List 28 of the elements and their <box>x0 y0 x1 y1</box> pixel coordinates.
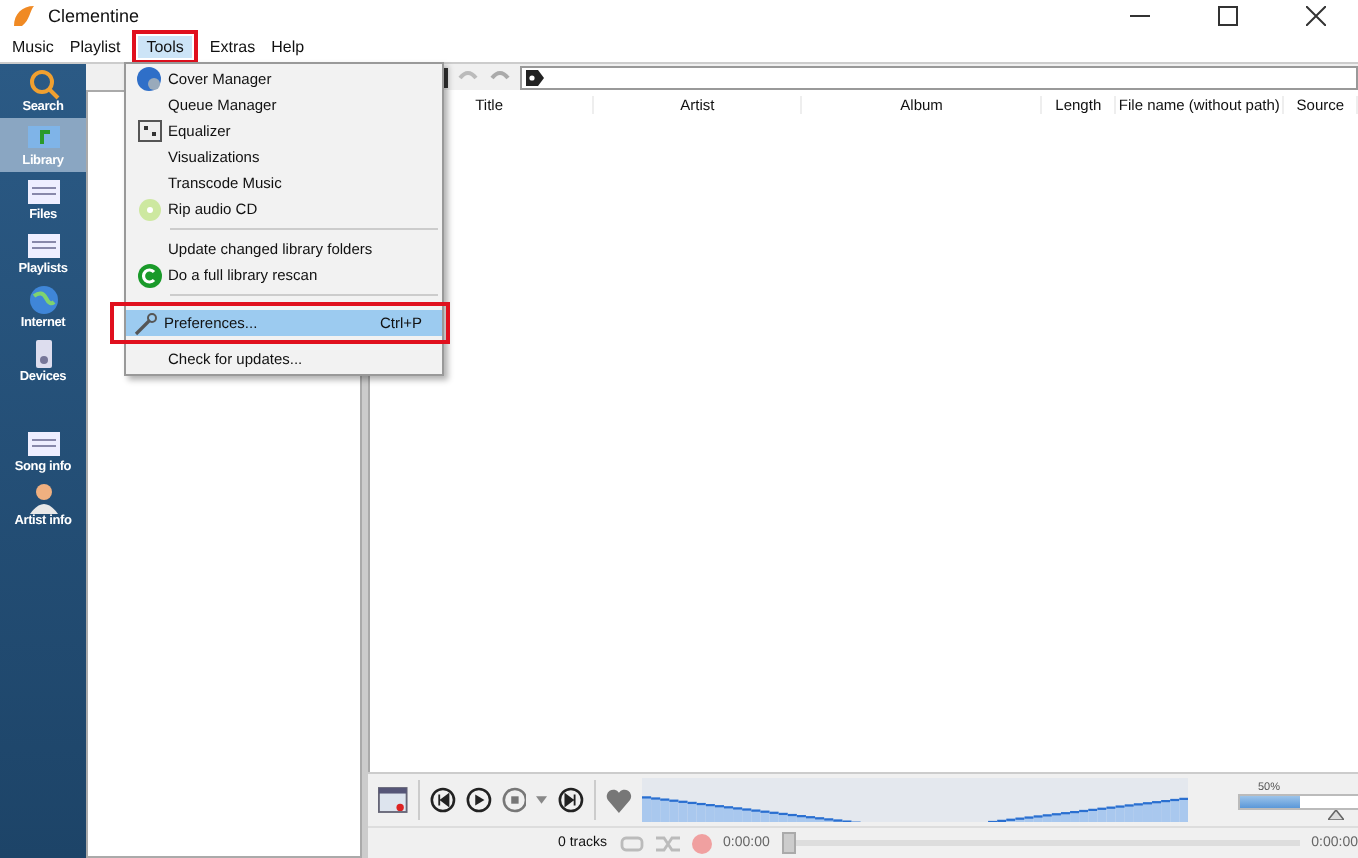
next-icon[interactable] <box>557 786 584 814</box>
volume-slider[interactable] <box>1237 793 1358 809</box>
document-icon <box>25 176 61 208</box>
equalizer-icon <box>137 120 161 142</box>
cd-icon <box>137 197 161 221</box>
heart-icon[interactable] <box>605 787 632 813</box>
wrench-icon <box>133 311 157 335</box>
close-icon[interactable] <box>1306 6 1326 26</box>
document-icon <box>25 428 61 460</box>
app-logo-icon <box>12 4 36 28</box>
stop-icon[interactable] <box>501 786 527 814</box>
filter-field[interactable] <box>520 65 1358 89</box>
person-icon <box>25 482 61 514</box>
tag-icon <box>526 69 544 85</box>
document-icon <box>25 230 61 262</box>
previous-icon[interactable] <box>429 786 456 814</box>
maximize-icon[interactable] <box>1218 6 1238 26</box>
refresh-icon <box>137 263 161 287</box>
window-icon[interactable] <box>378 786 408 814</box>
search-icon <box>25 68 61 100</box>
menu-item[interactable]: Extras <box>201 36 264 58</box>
window-title: Clementine <box>48 6 140 26</box>
caret-icon[interactable] <box>536 796 548 804</box>
menu-item[interactable]: Help <box>263 36 313 58</box>
menu-item[interactable]: Tools <box>138 36 192 58</box>
menu-item[interactable]: Music <box>4 36 62 58</box>
play-icon[interactable] <box>465 786 492 814</box>
menu-item[interactable]: Playlist <box>61 36 129 58</box>
